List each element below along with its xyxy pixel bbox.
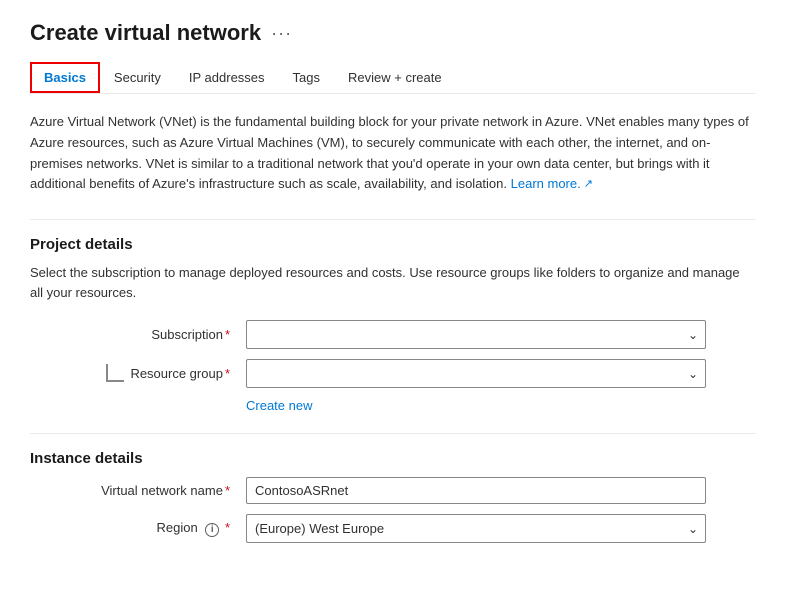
- region-select[interactable]: (Europe) West Europe: [246, 514, 706, 543]
- resource-group-label: Resource group*: [130, 366, 230, 381]
- tab-ip-addresses[interactable]: IP addresses: [175, 62, 279, 93]
- tabs-nav: Basics Security IP addresses Tags Review…: [30, 62, 756, 94]
- vnet-name-required: *: [225, 483, 230, 498]
- region-required: *: [225, 520, 230, 535]
- vnet-name-row: Virtual network name*: [30, 477, 756, 504]
- region-select-wrapper: (Europe) West Europe ⌄: [246, 514, 706, 543]
- resource-group-label-wrapper: Resource group*: [30, 364, 230, 384]
- divider-1: [30, 219, 756, 220]
- page-title: Create virtual network: [30, 20, 261, 46]
- resource-group-select-wrapper: ⌄: [246, 359, 706, 388]
- vnet-name-input[interactable]: [246, 477, 706, 504]
- tab-security[interactable]: Security: [100, 62, 175, 93]
- create-new-link[interactable]: Create new: [246, 398, 756, 413]
- instance-details-heading: Instance details: [30, 450, 756, 467]
- learn-more-link[interactable]: Learn more. ↗: [511, 174, 593, 195]
- subscription-select[interactable]: [246, 320, 706, 349]
- resource-group-select[interactable]: [246, 359, 706, 388]
- region-info-icon[interactable]: i: [205, 523, 219, 537]
- external-link-icon: ↗: [584, 176, 593, 194]
- tab-tags[interactable]: Tags: [279, 62, 334, 93]
- more-options-icon[interactable]: ···: [271, 23, 292, 44]
- resource-group-required: *: [225, 366, 230, 381]
- region-label: Region i *: [30, 520, 230, 537]
- subscription-row: Subscription* ⌄: [30, 320, 756, 349]
- resource-group-row: Resource group* ⌄: [30, 359, 756, 388]
- tab-basics[interactable]: Basics: [30, 62, 100, 93]
- subscription-label: Subscription*: [30, 327, 230, 342]
- vnet-name-label: Virtual network name*: [30, 483, 230, 498]
- region-row: Region i * (Europe) West Europe ⌄: [30, 514, 756, 543]
- tab-review-create[interactable]: Review + create: [334, 62, 456, 93]
- resource-group-indent-icon: [106, 364, 124, 382]
- project-details-description: Select the subscription to manage deploy…: [30, 263, 750, 302]
- divider-2: [30, 433, 756, 434]
- vnet-description: Azure Virtual Network (VNet) is the fund…: [30, 112, 750, 195]
- project-details-heading: Project details: [30, 236, 756, 253]
- subscription-required: *: [225, 327, 230, 342]
- region-label-wrapper: Region i *: [30, 520, 230, 537]
- subscription-select-wrapper: ⌄: [246, 320, 706, 349]
